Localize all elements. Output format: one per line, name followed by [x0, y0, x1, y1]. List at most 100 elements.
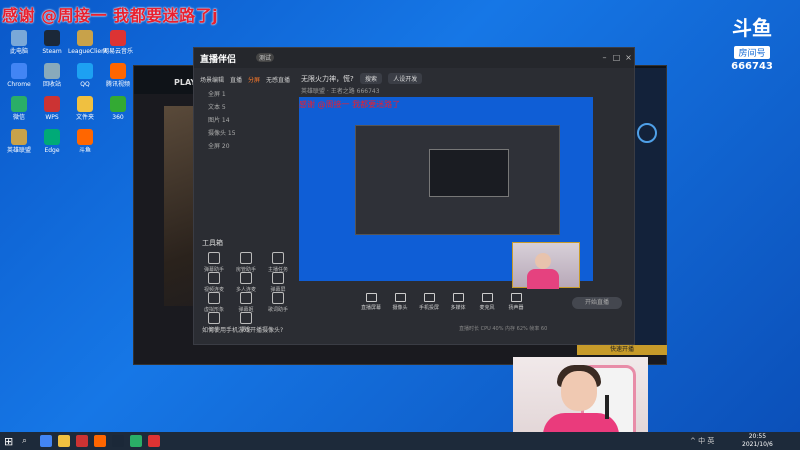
source-item[interactable]: 文本 5	[200, 101, 284, 114]
desktop-icon[interactable]: 360	[101, 96, 135, 121]
desktop-icon-label: 斗鱼	[78, 147, 91, 154]
tool-icon	[272, 272, 284, 284]
desktop-icon[interactable]: 此电脑	[2, 30, 36, 55]
desktop-icon[interactable]: 微信	[2, 96, 36, 121]
desktop-icon[interactable]: 英雄联盟	[2, 129, 36, 154]
source-button[interactable]: 扬声器	[502, 293, 530, 311]
tool-label: 歌词助手	[267, 307, 288, 313]
desktop-icon[interactable]: WPS	[35, 96, 69, 121]
desktop-icon[interactable]: LeagueClient	[68, 30, 108, 55]
tool-button[interactable]: 歌词助手	[264, 292, 292, 313]
desktop-icon[interactable]: Chrome	[2, 63, 36, 88]
system-tray[interactable]: ^ 中 英	[690, 436, 714, 446]
app-icon	[77, 129, 93, 145]
source-icon	[365, 293, 377, 302]
desktop-icon[interactable]: 回收站	[35, 63, 69, 88]
desktop-icon-label: LeagueClient	[68, 48, 108, 55]
app-icon	[44, 30, 60, 46]
tool-icon	[240, 272, 252, 284]
tool-button[interactable]: 弹幕屏	[264, 272, 292, 293]
desktop-icon[interactable]: 斗鱼	[68, 129, 102, 154]
douyu-icon[interactable]	[94, 435, 106, 447]
desktop-icon[interactable]: 网易云音乐	[101, 30, 135, 55]
tab[interactable]: 分屏	[248, 77, 260, 84]
source-button[interactable]: 多媒体	[444, 293, 472, 311]
music-icon[interactable]	[148, 435, 160, 447]
tool-button[interactable]: 视频连麦	[200, 272, 228, 293]
app-icon	[44, 63, 60, 79]
app-icon	[11, 63, 27, 79]
toolbox-title: 工具箱	[202, 239, 223, 247]
desktop-icon-label: 360	[112, 114, 124, 121]
steam-icon[interactable]	[112, 435, 124, 447]
preview-banner: 感谢 @周接一 我都要迷路了	[299, 100, 401, 109]
tool-button[interactable]: 弹幕助手	[200, 252, 228, 273]
app-icon	[11, 129, 27, 145]
maximize-icon[interactable]: □	[612, 53, 621, 62]
source-label: 直播屏幕	[360, 305, 381, 311]
tab[interactable]: 无感直播	[266, 77, 290, 84]
source-icon	[423, 293, 435, 302]
tool-icon	[272, 292, 284, 304]
source-label: 麦克风	[479, 305, 495, 311]
tab[interactable]: 直播	[230, 77, 242, 84]
preview-body	[527, 269, 559, 289]
version-badge: 测试	[256, 53, 275, 62]
desktop-icon-label: QQ	[80, 81, 90, 88]
source-item[interactable]: 摄像头 15	[200, 127, 284, 140]
streaming-app-window: 直播伴侣 测试 – □ × 场景编辑 直播 分屏 无感直播 全屏 1 文本 5 图片 14…	[193, 47, 635, 345]
source-label: 手机投屏	[418, 305, 439, 311]
desktop-icon[interactable]: Edge	[35, 129, 69, 154]
streamer-face	[561, 371, 597, 411]
desktop-icon-label: Chrome	[7, 81, 31, 88]
check-icon[interactable]	[637, 123, 657, 143]
desktop-icon[interactable]: Steam	[35, 30, 69, 55]
source-button[interactable]: 直播屏幕	[357, 293, 385, 311]
tool-button[interactable]: 弹幕姬	[232, 292, 260, 313]
douyu-logo: 斗鱼	[732, 16, 772, 40]
tab[interactable]: 场景编辑	[200, 77, 224, 84]
app-icon	[44, 96, 60, 112]
close-icon[interactable]: ×	[624, 53, 633, 62]
source-label: 扬声器	[508, 305, 524, 311]
app-title: 直播伴侣	[200, 55, 237, 65]
source-item[interactable]: 图片 14	[200, 114, 284, 127]
quick-live-button[interactable]: 快速开播	[577, 345, 667, 355]
nested-inner-preview	[429, 149, 509, 197]
folder-icon[interactable]	[58, 435, 70, 447]
help-hint[interactable]: 如何使用手机游戏开播摄像头?	[202, 325, 283, 334]
minimize-icon[interactable]: –	[600, 53, 609, 62]
tool-button[interactable]: 多人连麦	[232, 272, 260, 293]
desktop-icon[interactable]: 腾讯视频	[101, 63, 135, 88]
chrome-icon[interactable]	[40, 435, 52, 447]
start-live-button[interactable]: 开始直播	[572, 297, 622, 309]
clock[interactable]: 20:55 2021/10/6	[742, 433, 773, 449]
app-icon	[77, 96, 93, 112]
app-icon	[110, 63, 126, 79]
desktop-icon[interactable]: 文件夹	[68, 96, 102, 121]
search-icon[interactable]: ⌕	[22, 436, 27, 446]
app-icon	[77, 63, 93, 79]
tool-button[interactable]: 房管助手	[232, 252, 260, 273]
stream-title[interactable]: 无限火力神，慌?	[301, 75, 354, 83]
desktop-icon-label: Edge	[44, 147, 60, 154]
app-titlebar: 直播伴侣 测试 – □ ×	[194, 48, 634, 68]
search-pill[interactable]: 搜索	[359, 73, 382, 84]
room-label: 房间号	[734, 46, 770, 59]
wechat-icon[interactable]	[130, 435, 142, 447]
source-icon	[510, 293, 522, 302]
source-button[interactable]: 手机投屏	[415, 293, 443, 311]
source-button[interactable]: 麦克风	[473, 293, 501, 311]
tool-icon	[240, 292, 252, 304]
tool-button[interactable]: 主播任务	[264, 252, 292, 273]
persona-pill[interactable]: 人设开发	[388, 73, 423, 84]
preview-face	[535, 253, 551, 269]
tool-button[interactable]: 虚拟形象	[200, 292, 228, 313]
desktop-icon-label: 网易云音乐	[102, 48, 133, 55]
source-item[interactable]: 全屏 1	[200, 88, 284, 101]
start-button[interactable]: ⊞	[4, 435, 13, 448]
desktop-icon[interactable]: QQ	[68, 63, 102, 88]
source-button[interactable]: 摄像头	[386, 293, 414, 311]
source-item[interactable]: 全屏 20	[200, 140, 284, 153]
app-icon[interactable]	[76, 435, 88, 447]
